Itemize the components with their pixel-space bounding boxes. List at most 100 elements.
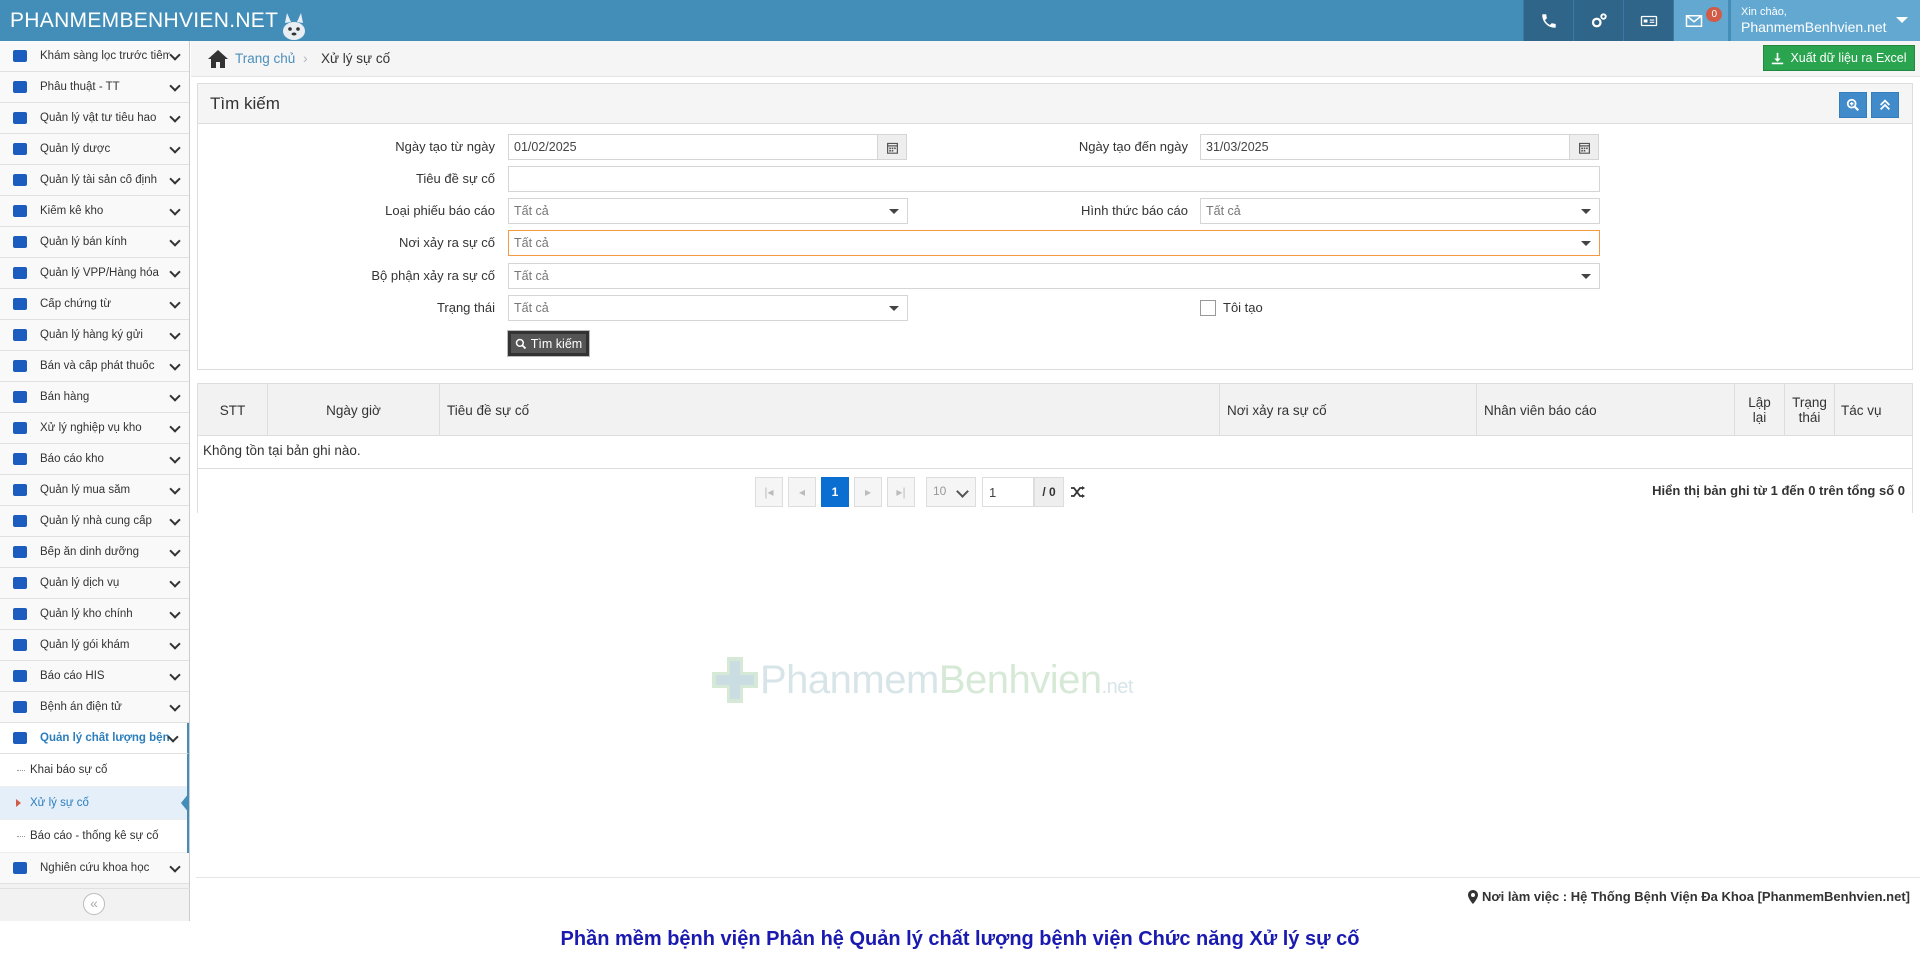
from-date-calendar-button[interactable] bbox=[877, 134, 907, 160]
chevron-down-icon bbox=[169, 861, 181, 873]
sidebar-item-label: Báo cáo HIS bbox=[40, 670, 105, 682]
location-select[interactable]: Tất cả bbox=[508, 230, 1600, 256]
sidebar-item[interactable]: Báo cáo kho bbox=[0, 444, 189, 475]
settings-button[interactable] bbox=[1573, 0, 1623, 41]
chevron-down-icon bbox=[169, 638, 181, 650]
truck-icon bbox=[0, 515, 40, 527]
column-header-reporter[interactable]: Nhân viên báo cáo bbox=[1477, 384, 1735, 436]
from-date-label: Ngày tạo từ ngày bbox=[395, 139, 495, 154]
sidebar-item-label: Quản lý nhà cung cấp bbox=[40, 515, 152, 527]
to-date-input[interactable]: 31/03/2025 bbox=[1200, 134, 1570, 160]
status-input[interactable]: Tất cả bbox=[508, 295, 908, 321]
zoom-in-icon bbox=[1846, 98, 1860, 112]
subject-input[interactable] bbox=[508, 166, 1600, 192]
created-by-me-label: Tôi tạo bbox=[1223, 300, 1263, 315]
sidebar-item-label: Quản lý gói khám bbox=[40, 639, 130, 651]
sidebar-item[interactable]: Quản lý bán kính bbox=[0, 227, 189, 258]
sidebar-item[interactable]: Kiểm kê kho bbox=[0, 196, 189, 227]
sidebar-menu: Khám sàng lọc trước tiêm Phẫu thuật - TT Q… bbox=[0, 41, 189, 884]
sidebar-item[interactable]: Quản lý hàng ký gửi bbox=[0, 320, 189, 351]
sidebar-item[interactable]: Quản lý VPP/Hàng hóa bbox=[0, 258, 189, 289]
map-marker-icon bbox=[1468, 889, 1479, 904]
report-form-select[interactable]: Tất cả bbox=[1200, 198, 1600, 224]
collapse-panel-button[interactable] bbox=[1871, 92, 1899, 118]
submenu-item[interactable]: Xử lý sự cố bbox=[0, 787, 189, 820]
home-icon[interactable] bbox=[207, 49, 229, 69]
phone-button[interactable] bbox=[1523, 0, 1573, 41]
column-header-subject[interactable]: Tiêu đề sự cố bbox=[440, 384, 1220, 436]
random-icon[interactable] bbox=[1070, 484, 1086, 500]
next-page-button[interactable]: ▸ bbox=[854, 477, 882, 507]
created-by-me-checkbox[interactable] bbox=[1200, 300, 1216, 316]
pencil-icon bbox=[0, 112, 40, 124]
sidebar-item[interactable]: Quản lý nhà cung cấp bbox=[0, 506, 189, 537]
sidebar-item[interactable]: Quản lý dược bbox=[0, 134, 189, 165]
from-date-input[interactable]: 01/02/2025 bbox=[508, 134, 878, 160]
chevron-down-icon bbox=[169, 359, 181, 371]
sidebar-item[interactable]: Quản lý tài sản cố định bbox=[0, 165, 189, 196]
submenu-item[interactable]: Khai báo sự cố bbox=[0, 754, 187, 787]
prev-page-button[interactable]: ◂ bbox=[788, 477, 816, 507]
mail-button[interactable]: 0 bbox=[1673, 0, 1728, 41]
zoom-panel-button[interactable] bbox=[1839, 92, 1867, 118]
column-header-status[interactable]: Trạng thái bbox=[1785, 384, 1835, 436]
breadcrumb: Trang chủ › Xử lý sự cố Xuất dữ liệu ra … bbox=[191, 41, 1920, 77]
current-page-button[interactable]: 1 bbox=[821, 477, 849, 507]
sidebar-item[interactable]: Quản lý gói khám bbox=[0, 630, 189, 661]
sidebar-item[interactable]: Bệnh án điện tử bbox=[0, 692, 189, 723]
top-navbar: PHANMEMBENHVIEN.NET 0 Xin chào, PhanmemB… bbox=[0, 0, 1920, 41]
sidebar-item[interactable]: Phẫu thuật - TT bbox=[0, 72, 189, 103]
column-header-datetime[interactable]: Ngày giờ bbox=[268, 384, 440, 436]
last-page-button[interactable]: ▸| bbox=[887, 477, 915, 507]
column-header-location[interactable]: Nơi xảy ra sự cố bbox=[1220, 384, 1477, 436]
sidebar-item-label: Quản lý tài sản cố định bbox=[40, 174, 157, 186]
chevron-down-icon bbox=[169, 328, 181, 340]
to-date-calendar-button[interactable] bbox=[1569, 134, 1599, 160]
sidebar-item[interactable]: Cấp chứng từ bbox=[0, 289, 189, 320]
chevron-down-icon bbox=[169, 390, 181, 402]
medical-cross-icon bbox=[712, 657, 758, 703]
username-text: PhanmemBenhvien.net bbox=[1741, 19, 1887, 35]
report-type-label: Loại phiếu báo cáo bbox=[385, 203, 495, 218]
sidebar-item[interactable]: Quản lý vật tư tiêu hao bbox=[0, 103, 189, 134]
envelope-icon bbox=[1685, 14, 1703, 27]
page-number-input[interactable]: 1 bbox=[982, 477, 1034, 507]
column-header-repeat[interactable]: Lập lại bbox=[1735, 384, 1785, 436]
handshake-icon bbox=[0, 329, 40, 341]
store-icon bbox=[0, 422, 40, 434]
sidebar-item[interactable]: Khám sàng lọc trước tiêm bbox=[0, 41, 189, 72]
sidebar-item[interactable]: Xử lý nghiệp vụ kho bbox=[0, 413, 189, 444]
collapse-sidebar-icon[interactable]: « bbox=[83, 893, 105, 915]
submenu-item[interactable]: Báo cáo - thống kê sự cố bbox=[0, 820, 187, 853]
calendar-icon bbox=[886, 142, 898, 154]
sidebar-item[interactable]: Quản lý mua sắm bbox=[0, 475, 189, 506]
chevron-down-icon bbox=[169, 111, 181, 123]
sidebar-item[interactable]: Bếp ăn dinh dưỡng bbox=[0, 537, 189, 568]
sidebar-item[interactable]: Báo cáo HIS bbox=[0, 661, 189, 692]
chevron-down-icon bbox=[169, 266, 181, 278]
submenu-item-label: Xử lý sự cố bbox=[30, 797, 89, 809]
user-menu[interactable]: Xin chào, PhanmemBenhvien.net bbox=[1731, 0, 1920, 41]
sidebar-item[interactable]: Nghiên cứu khoa học bbox=[0, 853, 189, 884]
first-page-button[interactable]: |◂ bbox=[755, 477, 783, 507]
sidebar-item[interactable]: Quản lý chất lượng bệnh bbox=[0, 723, 189, 754]
total-pages: / 0 bbox=[1034, 477, 1064, 507]
cart-icon bbox=[0, 391, 40, 403]
watermark-part2: Benhvien bbox=[938, 657, 1102, 702]
page-size-select[interactable]: 10 bbox=[926, 477, 976, 507]
chevron-down-icon bbox=[169, 421, 181, 433]
brand-logo[interactable]: PHANMEMBENHVIEN.NET bbox=[10, 0, 278, 41]
sidebar-item[interactable]: Quản lý kho chính bbox=[0, 599, 189, 630]
export-excel-button[interactable]: Xuất dữ liệu ra Excel bbox=[1763, 45, 1915, 71]
sidebar-item-label: Bệnh án điện tử bbox=[40, 701, 122, 713]
sidebar-item[interactable]: Bán và cấp phát thuốc bbox=[0, 351, 189, 382]
column-header-stt[interactable]: STT bbox=[198, 384, 268, 436]
report-type-select[interactable]: Tất cả bbox=[508, 198, 908, 224]
sidebar-item[interactable]: Quản lý dịch vụ bbox=[0, 568, 189, 599]
chevron-down-icon bbox=[169, 700, 181, 712]
search-button[interactable]: Tìm kiếm bbox=[508, 331, 589, 356]
department-select[interactable]: Tất cả bbox=[508, 263, 1600, 289]
breadcrumb-home-link[interactable]: Trang chủ bbox=[235, 51, 295, 66]
sidebar-item[interactable]: Bán hàng bbox=[0, 382, 189, 413]
language-button[interactable] bbox=[1623, 0, 1673, 41]
